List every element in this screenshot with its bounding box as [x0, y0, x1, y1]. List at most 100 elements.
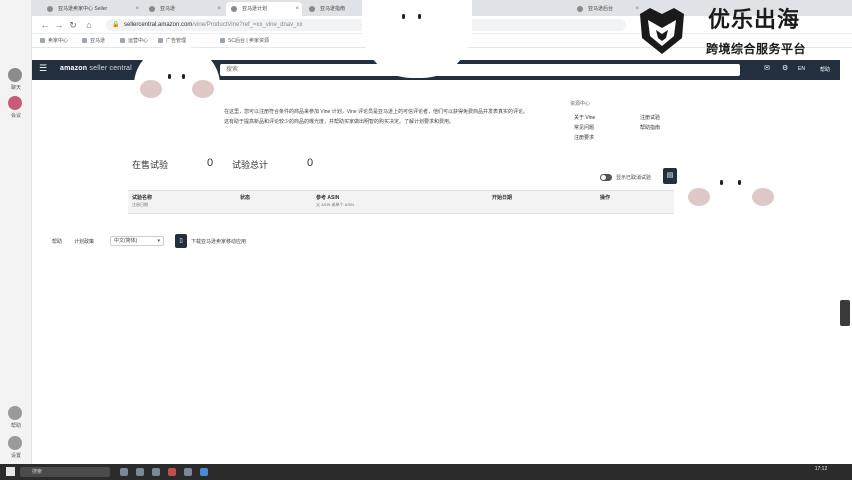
resource-link[interactable]: 关于 Vine	[574, 114, 595, 121]
url-path: /vine/ProductVine?ref_=xx_vine_dnav_xx	[192, 22, 303, 28]
toggle-label: 显示已取消试验	[616, 175, 652, 181]
reload-icon[interactable]: ↻	[68, 19, 78, 31]
column-header[interactable]: 操作	[600, 194, 610, 201]
tab-label: 亚马逊指南	[320, 6, 346, 12]
column-header[interactable]: 试验名称	[132, 194, 152, 201]
chevron-down-icon: ▾	[157, 238, 160, 244]
show-cancelled-toggle[interactable]	[600, 174, 612, 181]
taskbar-app-icon[interactable]	[136, 468, 144, 476]
taskbar-app-icon[interactable]	[152, 468, 160, 476]
sticker-eye	[402, 14, 405, 19]
app-promo-link[interactable]: 下载亚马逊卖家移动应用	[191, 238, 246, 245]
taskbar-search[interactable]: 搜索	[20, 467, 110, 477]
browser-tab[interactable]: 亚马逊 ×	[144, 2, 224, 16]
resources-heading: 资源中心	[570, 101, 591, 107]
browser-tab-active[interactable]: 亚马逊计划 ×	[226, 2, 302, 16]
resource-link[interactable]: 注册要求	[574, 134, 594, 141]
bookmark-item[interactable]: 亚马逊	[82, 37, 105, 44]
sticker-blush	[140, 80, 162, 98]
resource-link[interactable]: 帮助指南	[640, 124, 660, 131]
column-subheader: 注册日期	[132, 202, 148, 207]
taskbar-app-icon[interactable]	[168, 468, 176, 476]
gear-icon[interactable]: ⚙	[782, 64, 788, 72]
favicon-icon	[149, 6, 155, 12]
bookmark-item[interactable]: SC后台 | 卖家资源	[220, 37, 269, 44]
footer-help-link[interactable]: 帮助	[52, 238, 62, 245]
sticker-blush	[752, 188, 774, 206]
active-trials-value: 0	[207, 157, 214, 169]
intro-text: 这有助于提高新品和评论较少的商品的曝光度，并帮助买家做出明智的购买决定。了解计划…	[224, 119, 455, 125]
total-trials-value: 0	[307, 157, 314, 169]
scrollbar-handle[interactable]	[840, 300, 850, 326]
clock: 17:12	[814, 466, 828, 472]
search-input[interactable]: 搜索	[220, 64, 740, 76]
help-icon[interactable]	[8, 406, 22, 420]
footer-policy-link[interactable]: 计划政策	[74, 238, 94, 245]
sticker-eye	[418, 14, 421, 19]
windows-start-icon[interactable]	[6, 467, 15, 476]
taskbar-app-icon[interactable]	[184, 468, 192, 476]
lock-icon: 🔒	[112, 22, 120, 28]
app-sidebar: 聊天 会议 帮助 设置	[0, 0, 32, 480]
tab-label: 亚马逊	[160, 6, 176, 12]
close-icon[interactable]: ×	[135, 2, 139, 16]
sticker-eye	[182, 74, 185, 79]
sticker-eye	[720, 180, 723, 185]
column-header[interactable]: 参考 ASIN	[316, 194, 339, 201]
cartoon-sticker	[676, 148, 788, 238]
help-link[interactable]: 帮助	[820, 66, 830, 73]
active-trials-label: 在售试验	[132, 160, 169, 170]
taskbar-app-icon[interactable]	[200, 468, 208, 476]
os-taskbar: 搜索 17:12	[0, 464, 852, 480]
resource-link[interactable]: 注册试验	[640, 114, 660, 121]
favicon-icon	[231, 6, 237, 12]
tab-label: 亚马逊计划	[242, 6, 268, 12]
taskbar-app-icon[interactable]	[120, 468, 128, 476]
mail-icon[interactable]: ✉	[764, 64, 770, 72]
browser-tab[interactable]: 亚马逊卖家中心 Seller ×	[42, 2, 142, 16]
watermark-subtitle: 跨境综合服务平台	[706, 42, 807, 56]
total-trials-label: 试验总计	[232, 160, 269, 170]
sticker-blush	[192, 80, 214, 98]
home-icon[interactable]: ⌂	[84, 19, 94, 31]
column-header[interactable]: 状态	[240, 194, 250, 201]
column-header[interactable]: 开始日期	[492, 194, 512, 201]
meeting-icon[interactable]	[8, 96, 22, 110]
mobile-app-icon[interactable]: ▯	[175, 234, 187, 248]
close-icon[interactable]: ×	[295, 2, 299, 16]
sidebar-item-label: 聊天	[10, 85, 21, 91]
forward-icon[interactable]: →	[54, 19, 64, 31]
sidebar-item-label: 帮助	[10, 423, 21, 429]
gear-icon[interactable]	[8, 436, 22, 450]
language-select[interactable]: 中文(简体) ▾	[110, 236, 164, 246]
menu-icon[interactable]: ☰	[39, 63, 47, 74]
sidebar-item-label: 会议	[10, 113, 21, 119]
favicon-icon	[577, 6, 583, 12]
bookmark-item[interactable]: 运营中心	[120, 37, 148, 44]
bookmark-item[interactable]: 广告管理	[158, 37, 186, 44]
tab-label: 亚马逊卖家中心 Seller	[58, 6, 108, 12]
resource-link[interactable]: 常见问题	[574, 124, 594, 131]
close-icon[interactable]: ×	[217, 2, 221, 16]
favicon-icon	[47, 6, 53, 12]
chat-icon[interactable]	[8, 68, 22, 82]
favicon-icon	[309, 6, 315, 12]
url-host: sellercentral.amazon.com	[124, 22, 193, 28]
tab-label: 亚马逊后台	[588, 6, 614, 12]
language-selector[interactable]: EN	[798, 66, 805, 72]
sticker-eye	[168, 74, 171, 79]
trials-table-header: 试验名称 注册日期 状态 参考 ASIN 父 ASIN 或单个 ASIN 开始日…	[128, 190, 674, 214]
language-value: 中文(简体)	[114, 238, 138, 244]
watermark-title: 优乐出海	[708, 7, 801, 32]
filter-icon[interactable]: ▤	[663, 168, 677, 184]
column-subheader: 父 ASIN 或单个 ASIN	[316, 202, 355, 207]
intro-text: 在这里，您可以注册符合条件的商品来参加 Vine 计划，Vine 评论员是亚马逊…	[224, 109, 529, 115]
sticker-blush	[688, 188, 710, 206]
brand-logo-icon	[640, 8, 684, 54]
bookmark-item[interactable]: 卖家中心	[40, 37, 68, 44]
amazon-logo[interactable]: amazon seller central	[60, 65, 132, 72]
sticker-eye	[738, 180, 741, 185]
sidebar-item-label: 设置	[10, 453, 21, 459]
cartoon-sticker	[134, 46, 220, 124]
back-icon[interactable]: ←	[40, 19, 50, 31]
